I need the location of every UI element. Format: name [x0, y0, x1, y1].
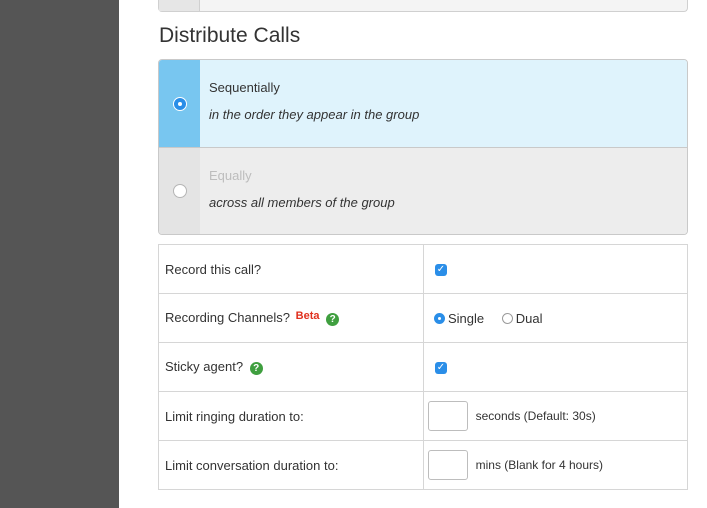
record-call-checkbox[interactable]: ✓: [435, 264, 447, 277]
radio-selected-icon[interactable]: [173, 96, 187, 111]
record-call-label: Record this call?: [158, 244, 424, 294]
sticky-agent-value: ✓: [423, 342, 688, 392]
option-title: Equally: [209, 168, 252, 183]
previous-panel-tab: [159, 0, 200, 11]
radio-dual-label[interactable]: Dual: [516, 311, 543, 326]
record-call-value: ✓: [423, 244, 688, 294]
table-row: Limit conversation duration to: mins (Bl…: [158, 440, 688, 490]
conv-limit-label: Limit conversation duration to:: [158, 440, 424, 490]
sticky-agent-label-cell: Sticky agent? ?: [158, 342, 424, 392]
table-row: Sticky agent? ? ✓: [158, 342, 688, 392]
call-settings-table: Record this call? ✓ Recording Channels? …: [158, 244, 688, 490]
radio-single-label[interactable]: Single: [448, 311, 484, 326]
option-subtitle: in the order they appear in the group: [209, 107, 420, 122]
option-radio-column: [159, 60, 200, 147]
help-icon[interactable]: ?: [249, 361, 263, 375]
radio-single[interactable]: [434, 313, 445, 325]
option-equally[interactable]: Equally across all members of the group: [159, 147, 687, 234]
ring-limit-hint: seconds (Default: 30s): [475, 409, 596, 423]
option-sequentially[interactable]: Sequentially in the order they appear in…: [159, 60, 687, 147]
conv-limit-input[interactable]: [428, 450, 468, 480]
option-title: Sequentially: [209, 80, 280, 95]
sticky-agent-label: Sticky agent?: [165, 359, 244, 375]
radio-dual[interactable]: [501, 313, 513, 325]
conv-limit-value: mins (Blank for 4 hours): [423, 440, 688, 490]
help-icon[interactable]: ?: [326, 312, 340, 326]
table-row: Recording Channels? Beta ? Single Dual: [158, 293, 688, 343]
table-row: Limit ringing duration to: seconds (Defa…: [158, 391, 688, 441]
option-subtitle: across all members of the group: [209, 195, 395, 210]
table-row: Record this call? ✓: [158, 244, 688, 294]
recording-channels-value: Single Dual: [423, 293, 688, 343]
sticky-agent-checkbox[interactable]: ✓: [435, 362, 447, 375]
radio-unselected-icon[interactable]: [173, 184, 187, 198]
beta-badge: Beta: [295, 310, 320, 323]
left-sidebar: [0, 0, 119, 508]
recording-channels-label-cell: Recording Channels? Beta ?: [158, 293, 424, 343]
recording-channels-label: Recording Channels?: [165, 310, 291, 326]
distribute-options: Sequentially in the order they appear in…: [158, 59, 688, 235]
option-radio-column: [159, 148, 200, 234]
ring-limit-input[interactable]: [428, 401, 468, 431]
section-title: Distribute Calls: [159, 24, 301, 47]
ring-limit-value: seconds (Default: 30s): [423, 391, 688, 441]
ring-limit-label: Limit ringing duration to:: [158, 391, 424, 441]
previous-panel-edge: [158, 0, 688, 12]
conv-limit-hint: mins (Blank for 4 hours): [475, 458, 604, 472]
